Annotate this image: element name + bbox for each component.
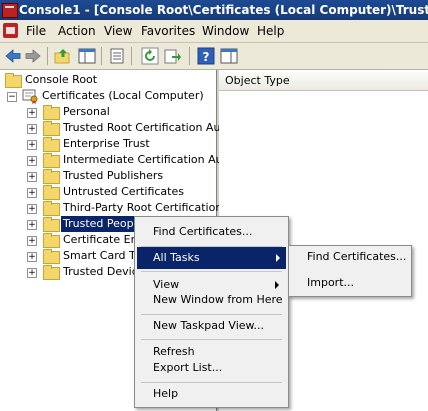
refresh-icon[interactable] (141, 47, 159, 65)
submenu-find-certificates[interactable]: Find Certificates... (291, 246, 425, 268)
toolbar-separator (131, 47, 132, 65)
tree-store-item[interactable]: + Untrusted Certificates (0, 184, 216, 200)
menu-separator (141, 271, 282, 272)
ctx-find-certificates[interactable]: Find Certificates... (137, 221, 302, 243)
toolbar-separator (47, 47, 48, 65)
tree-store-label: Trusted Device (63, 265, 145, 278)
tree-store-item[interactable]: + Enterprise Trust (0, 136, 216, 152)
expand-icon[interactable]: + (27, 140, 37, 150)
submenu-import[interactable]: Import... (291, 272, 425, 294)
tree-store-label: Third-Party Root Certification A (63, 201, 234, 214)
submenu-arrow-icon (276, 254, 280, 262)
show-hide-tree-icon[interactable] (78, 47, 96, 65)
folder-icon (43, 121, 60, 136)
folder-icon (43, 217, 60, 232)
mmc-app-icon (2, 3, 18, 18)
ctx-new-taskpad-view[interactable]: New Taskpad View... (137, 315, 302, 337)
tree-root-label: Console Root (25, 73, 98, 86)
action-pane-icon[interactable] (220, 47, 238, 65)
menu-view[interactable]: View (102, 20, 134, 42)
tree-store-label: Trusted Publishers (63, 169, 164, 182)
menu-window[interactable]: Window (200, 20, 251, 42)
ctx-all-tasks[interactable]: All Tasks (137, 247, 286, 269)
expand-icon[interactable]: + (27, 108, 37, 118)
tree-certificates-node[interactable]: − Certificates (Local Computer) (0, 88, 216, 104)
toolbar: ? (0, 43, 428, 70)
expand-icon[interactable]: + (27, 236, 37, 246)
folder-icon (43, 233, 60, 248)
tree-store-label: Personal (63, 105, 110, 118)
menu-action[interactable]: Action (56, 20, 98, 42)
folder-icon (43, 105, 60, 120)
menu-bar: File Action View Favorites Window Help (0, 20, 428, 43)
menu-help[interactable]: Help (255, 20, 286, 42)
folder-icon (43, 185, 60, 200)
expand-icon[interactable]: + (27, 220, 37, 230)
menu-file[interactable]: File (24, 20, 48, 42)
window-title: Console1 - [Console Root\Certificates (L… (19, 3, 428, 17)
expand-icon[interactable]: + (27, 124, 37, 134)
back-icon[interactable] (4, 47, 22, 65)
folder-icon (43, 249, 60, 264)
expand-icon[interactable]: + (27, 252, 37, 262)
folder-icon (43, 153, 60, 168)
collapse-icon[interactable]: − (7, 92, 17, 102)
export-list-icon[interactable] (164, 47, 182, 65)
tree-store-label: Intermediate Certification Auth (63, 153, 234, 166)
folder-icon (5, 73, 22, 88)
toolbar-separator (101, 47, 102, 65)
tree-store-item[interactable]: + Trusted Root Certification Auth (0, 120, 232, 136)
folder-icon (43, 265, 60, 280)
tree-store-label: Trusted Root Certification Auth (63, 121, 232, 134)
column-header-object-type[interactable]: Object Type (219, 72, 428, 91)
properties-icon[interactable] (108, 47, 126, 65)
expand-icon[interactable]: + (27, 156, 37, 166)
context-menu: Find Certificates... All Tasks View New … (134, 216, 289, 408)
forward-icon[interactable] (24, 47, 42, 65)
tree-store-label: Enterprise Trust (63, 137, 150, 150)
tree-root[interactable]: Console Root (0, 72, 216, 88)
tree-store-label: Untrusted Certificates (63, 185, 184, 198)
ctx-export-list[interactable]: Export List... (137, 357, 302, 379)
expand-icon[interactable]: + (27, 204, 37, 214)
tree-store-item[interactable]: + Third-Party Root Certification A (0, 200, 233, 216)
window-titlebar[interactable]: Console1 - [Console Root\Certificates (L… (0, 0, 428, 20)
tree-store-item[interactable]: + Personal (0, 104, 216, 120)
menu-favorites[interactable]: Favorites (139, 20, 197, 42)
tree-store-item[interactable]: + Intermediate Certification Auth (0, 152, 234, 168)
expand-icon[interactable]: + (27, 172, 37, 182)
help-icon[interactable]: ? (197, 47, 215, 65)
expand-icon[interactable]: + (27, 268, 37, 278)
toolbar-separator (189, 47, 190, 65)
tree-store-label: Trusted People (61, 216, 146, 232)
ctx-help[interactable]: Help (137, 383, 302, 405)
ctx-new-window[interactable]: New Window from Here (137, 289, 302, 311)
up-folder-icon[interactable] (54, 47, 72, 65)
all-tasks-submenu: Find Certificates... Import... (288, 245, 412, 297)
expand-icon[interactable]: + (27, 188, 37, 198)
certificates-snapin-icon (22, 89, 38, 104)
submenu-arrow-icon (275, 281, 279, 289)
svg-text:?: ? (203, 50, 210, 64)
tree-store-item[interactable]: + Trusted Publishers (0, 168, 216, 184)
folder-icon (43, 169, 60, 184)
tree-certificates-label: Certificates (Local Computer) (42, 89, 204, 102)
folder-icon (43, 201, 60, 216)
folder-icon (43, 137, 60, 152)
menu-separator (141, 339, 282, 340)
console-menu-icon[interactable] (3, 23, 18, 38)
